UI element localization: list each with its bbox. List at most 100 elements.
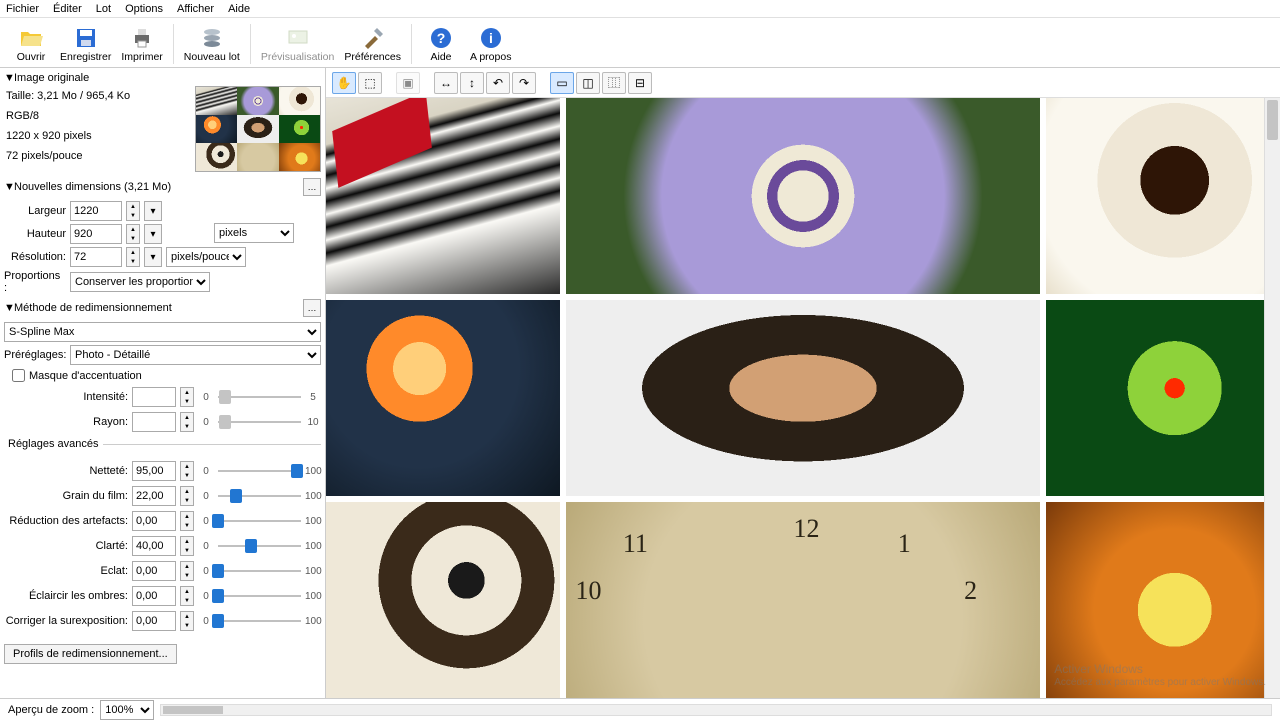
folder-open-icon xyxy=(19,26,43,50)
rotate-ccw-tool[interactable]: ↶ xyxy=(486,72,510,94)
settings-sidebar: ▼ Image originale Taille: 3,21 Mo / 965,… xyxy=(0,68,326,698)
proportions-select[interactable]: Conserver les proportions xyxy=(70,272,210,292)
menubar: Fichier Éditer Lot Options Afficher Aide xyxy=(0,0,1280,18)
preset-select[interactable]: Photo - Détaillé xyxy=(70,345,321,365)
radius-slider[interactable] xyxy=(218,416,301,428)
adv-spinner[interactable]: ▲▼ xyxy=(180,486,194,506)
adv-input[interactable] xyxy=(132,461,176,481)
resolution-spinner[interactable]: ▲▼ xyxy=(126,247,140,267)
intensity-label: Intensité: xyxy=(4,391,128,403)
adv-max: 100 xyxy=(305,616,321,627)
image-preview[interactable]: 12 1 2 11 10 xyxy=(326,98,1280,698)
adv-spinner[interactable]: ▲▼ xyxy=(180,586,194,606)
toolbar-separator xyxy=(173,24,174,64)
adv-input[interactable] xyxy=(132,511,176,531)
help-label: Aide xyxy=(430,51,451,63)
menu-options[interactable]: Options xyxy=(125,3,163,15)
adv-slider[interactable] xyxy=(218,590,301,602)
radius-spinner[interactable]: ▲▼ xyxy=(180,412,194,432)
adv-spinner[interactable]: ▲▼ xyxy=(180,561,194,581)
resolution-lock[interactable]: ▾ xyxy=(144,247,162,267)
intensity-slider[interactable] xyxy=(218,391,301,403)
adv-spinner[interactable]: ▲▼ xyxy=(180,611,194,631)
adv-input[interactable] xyxy=(132,611,176,631)
height-input[interactable] xyxy=(70,224,122,244)
new-batch-button[interactable]: Nouveau lot xyxy=(180,22,244,66)
menu-lot[interactable]: Lot xyxy=(96,3,111,15)
flip-h-tool[interactable]: ↔ xyxy=(434,72,458,94)
intensity-min: 0 xyxy=(198,392,214,403)
view-grid[interactable]: ⊟ xyxy=(628,72,652,94)
about-button[interactable]: i A propos xyxy=(466,22,515,66)
print-button[interactable]: Imprimer xyxy=(117,22,166,66)
resize-profiles-button[interactable]: Profils de redimensionnement... xyxy=(4,644,177,664)
menu-fichier[interactable]: Fichier xyxy=(6,3,39,15)
adv-slider[interactable] xyxy=(218,465,301,477)
resolution-unit-select[interactable]: pixels/pouce xyxy=(166,247,246,267)
save-button[interactable]: Enregistrer xyxy=(56,22,115,66)
height-lock[interactable]: ▾ xyxy=(144,224,162,244)
original-info: Taille: 3,21 Mo / 965,4 Ko RGB/8 1220 x … xyxy=(4,86,130,166)
open-button[interactable]: Ouvrir xyxy=(8,22,54,66)
more-button[interactable]: … xyxy=(303,178,321,196)
unsharp-checkbox[interactable] xyxy=(12,369,25,382)
adv-spinner[interactable]: ▲▼ xyxy=(180,511,194,531)
adv-slider-row: Grain du film:▲▼0100 xyxy=(4,486,321,506)
adv-spinner[interactable]: ▲▼ xyxy=(180,536,194,556)
adv-input[interactable] xyxy=(132,486,176,506)
adv-slider[interactable] xyxy=(218,565,301,577)
advanced-settings: Réglages avancés Netteté:▲▼0100Grain du … xyxy=(4,438,321,638)
algorithm-select[interactable]: S-Spline Max xyxy=(4,322,321,342)
help-button[interactable]: ? Aide xyxy=(418,22,464,66)
adv-input[interactable] xyxy=(132,586,176,606)
section-resize-method[interactable]: ▼ Méthode de redimensionnement … xyxy=(4,297,321,319)
preview-button: Prévisualisation xyxy=(257,22,339,66)
rotate-cw-tool[interactable]: ↷ xyxy=(512,72,536,94)
adv-slider[interactable] xyxy=(218,615,301,627)
intensity-spinner[interactable]: ▲▼ xyxy=(180,387,194,407)
image-region xyxy=(1046,300,1280,496)
width-spinner[interactable]: ▲▼ xyxy=(126,201,140,221)
flip-v-tool[interactable]: ↕ xyxy=(460,72,484,94)
adv-min: 0 xyxy=(198,491,214,502)
adv-input[interactable] xyxy=(132,536,176,556)
radius-input[interactable] xyxy=(132,412,176,432)
menu-aide[interactable]: Aide xyxy=(228,3,250,15)
section-title: Méthode de redimensionnement xyxy=(14,302,172,314)
adv-slider[interactable] xyxy=(218,540,301,552)
section-new-dimensions[interactable]: ▼ Nouvelles dimensions (3,21 Mo) … xyxy=(4,176,321,198)
preview-area: ✋ ⬚ ▣ ↔ ↕ ↶ ↷ ▭ ◫ ⿲ ⊟ 12 xyxy=(326,68,1280,698)
width-lock[interactable]: ▾ xyxy=(144,201,162,221)
orig-dpi: 72 pixels/pouce xyxy=(6,146,130,166)
menu-afficher[interactable]: Afficher xyxy=(177,3,214,15)
view-split-v[interactable]: ⿲ xyxy=(602,72,626,94)
section-original-image[interactable]: ▼ Image originale xyxy=(4,70,321,86)
orig-mode: RGB/8 xyxy=(6,106,130,126)
view-single[interactable]: ▭ xyxy=(550,72,574,94)
zoom-select[interactable]: 100% xyxy=(100,700,154,720)
size-unit-select[interactable]: pixels xyxy=(214,223,294,243)
marquee-tool[interactable]: ⬚ xyxy=(358,72,382,94)
toolbar-separator xyxy=(250,24,251,64)
view-split-h[interactable]: ◫ xyxy=(576,72,600,94)
resolution-label: Résolution: xyxy=(4,251,66,263)
image-region xyxy=(566,98,1040,294)
adv-label: Corriger la surexposition: xyxy=(4,615,128,627)
radius-label: Rayon: xyxy=(4,416,128,428)
adv-slider[interactable] xyxy=(218,515,301,527)
preferences-button[interactable]: Préférences xyxy=(340,22,405,66)
horizontal-scrollbar[interactable] xyxy=(160,704,1272,716)
radius-max: 10 xyxy=(305,417,321,428)
vertical-scrollbar[interactable] xyxy=(1264,98,1280,698)
width-input[interactable] xyxy=(70,201,122,221)
height-spinner[interactable]: ▲▼ xyxy=(126,224,140,244)
adv-input[interactable] xyxy=(132,561,176,581)
adv-spinner[interactable]: ▲▼ xyxy=(180,461,194,481)
adv-slider[interactable] xyxy=(218,490,301,502)
resolution-input[interactable] xyxy=(70,247,122,267)
intensity-input[interactable] xyxy=(132,387,176,407)
hand-tool[interactable]: ✋ xyxy=(332,72,356,94)
more-button[interactable]: … xyxy=(303,299,321,317)
printer-icon xyxy=(130,26,154,50)
menu-editer[interactable]: Éditer xyxy=(53,3,82,15)
